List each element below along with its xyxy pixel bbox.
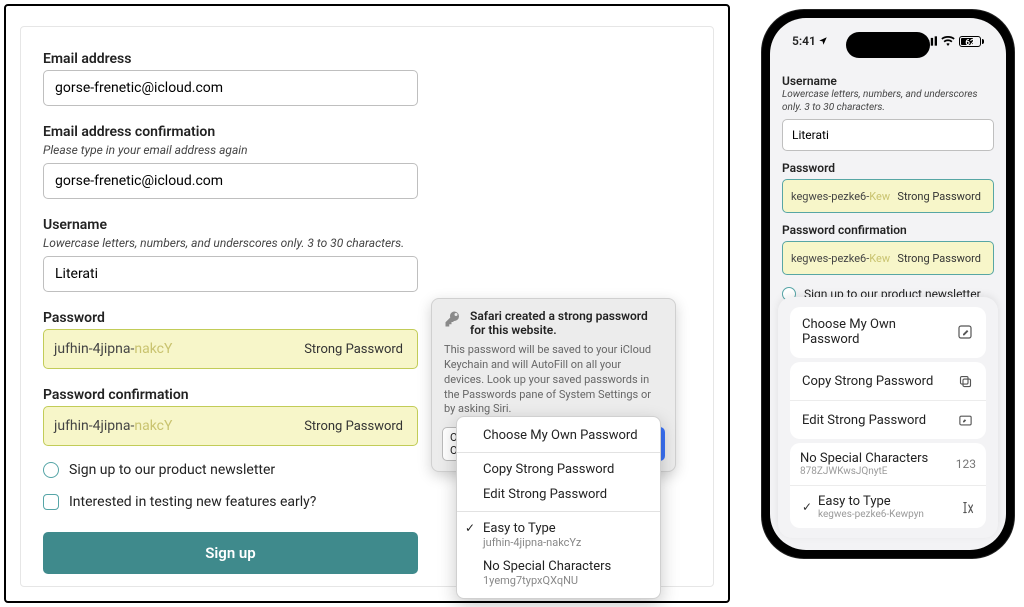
ios-menu-edit-label: Edit Strong Password xyxy=(802,413,926,428)
status-time: 5:41 xyxy=(792,34,816,48)
ios-menu-easy-label: Easy to Type xyxy=(818,494,924,509)
ios-menu-copy-label: Copy Strong Password xyxy=(802,374,933,389)
ios-password-confirm-text: kegwes-pezke6-Kew xyxy=(791,252,890,265)
numeric-icon: 123 xyxy=(956,457,976,471)
beta-label: Interested in testing new features early… xyxy=(69,494,316,510)
menu-easy-sub: jufhin-4jipna-nakcYz xyxy=(483,536,644,549)
checkbox-icon xyxy=(43,462,59,478)
other-options-menu: Choose My Own Password Copy Strong Passw… xyxy=(456,416,661,599)
iphone-mock: 5:41 62 Username Lowercase letters, numb… xyxy=(762,10,1014,558)
ios-username-label: Username xyxy=(782,74,994,88)
menu-nospec-label: No Special Characters xyxy=(483,559,644,574)
checkmark-icon: ✓ xyxy=(800,500,814,514)
key-icon xyxy=(444,310,462,328)
menu-copy-strong-password[interactable]: Copy Strong Password xyxy=(457,457,660,482)
checkbox-icon xyxy=(43,494,59,510)
strong-password-badge: Strong Password xyxy=(893,249,985,268)
battery-icon: 62 xyxy=(959,36,984,47)
ios-password-field[interactable]: kegwes-pezke6-Kew Strong Password xyxy=(782,179,994,213)
iphone-screen: 5:41 62 Username Lowercase letters, numb… xyxy=(770,18,1006,550)
menu-edit-strong-password[interactable]: Edit Strong Password xyxy=(457,482,660,507)
email-field[interactable] xyxy=(43,70,418,106)
password-field[interactable]: jufhin-4jipna-nakcY Strong Password xyxy=(43,329,418,369)
menu-choose-own-password[interactable]: Choose My Own Password xyxy=(457,423,660,448)
ios-password-text: kegwes-pezke6-Kew xyxy=(791,190,890,203)
ios-menu-edit-strong-password[interactable]: Edit Strong Password xyxy=(790,400,986,439)
password-confirm-field[interactable]: jufhin-4jipna-nakcY Strong Password xyxy=(43,406,418,446)
strong-password-badge: Strong Password xyxy=(300,339,407,360)
email-label: Email address xyxy=(43,51,691,67)
email-confirm-field[interactable] xyxy=(43,163,418,199)
edit-box-icon xyxy=(956,411,974,429)
username-label: Username xyxy=(43,217,691,233)
menu-nospec-sub: 1yemg7typxQXqNU xyxy=(483,574,644,587)
username-hint: Lowercase letters, numbers, and undersco… xyxy=(43,236,691,250)
email-confirm-hint: Please type in your email address again xyxy=(43,143,691,157)
dynamic-island xyxy=(846,32,930,58)
ios-password-confirm-field[interactable]: kegwes-pezke6-Kew Strong Password xyxy=(782,241,994,275)
ios-menu-easy-to-type[interactable]: ✓ Easy to Type kegwes-pezke6-Kewpyn xyxy=(790,485,986,528)
ios-menu-easy-sub: kegwes-pezke6-Kewpyn xyxy=(818,509,924,520)
menu-easy-label: Easy to Type xyxy=(483,521,644,536)
ios-password-label: Password xyxy=(782,161,994,175)
menu-no-special-characters[interactable]: No Special Characters 1yemg7typxQXqNU xyxy=(457,554,660,592)
ios-password-options-sheet: Choose My Own Password Copy Strong Passw… xyxy=(778,297,998,538)
password-visible-text: jufhin-4jipna-nakcY xyxy=(54,341,172,357)
pencil-box-icon xyxy=(956,323,974,341)
email-confirm-label: Email address confirmation xyxy=(43,124,691,140)
ios-password-confirm-label: Password confirmation xyxy=(782,223,994,237)
autofill-title: Safari created a strong password for thi… xyxy=(470,309,663,337)
ios-username-hint: Lowercase letters, numbers, and undersco… xyxy=(782,89,994,114)
strong-password-badge: Strong Password xyxy=(893,187,985,206)
autofill-subtext: This password will be saved to your iClo… xyxy=(432,343,675,427)
strong-password-badge: Strong Password xyxy=(300,416,407,437)
text-cursor-icon xyxy=(958,498,976,516)
location-icon xyxy=(818,36,828,46)
newsletter-label: Sign up to our product newsletter xyxy=(69,462,275,478)
password-confirm-visible-text: jufhin-4jipna-nakcY xyxy=(54,418,172,434)
username-field[interactable] xyxy=(43,256,418,292)
ios-menu-no-special-characters[interactable]: No Special Characters 878ZJWKwsJQnytE 12… xyxy=(790,443,986,485)
copy-icon xyxy=(956,372,974,390)
desktop-signup-window: Email address Email address confirmation… xyxy=(4,4,730,603)
ios-form: Username Lowercase letters, numbers, and… xyxy=(782,70,994,301)
ios-menu-nospec-label: No Special Characters xyxy=(800,451,928,466)
ios-menu-copy-strong-password[interactable]: Copy Strong Password xyxy=(790,362,986,400)
ios-menu-own-label: Choose My Own Password xyxy=(802,317,942,348)
ios-menu-nospec-sub: 878ZJWKwsJQnytE xyxy=(800,466,928,477)
ios-username-field[interactable] xyxy=(782,119,994,151)
wifi-icon xyxy=(941,36,955,46)
menu-easy-to-type[interactable]: Easy to Type jufhin-4jipna-nakcYz xyxy=(457,516,660,554)
ios-menu-choose-own-password[interactable]: Choose My Own Password xyxy=(790,307,986,358)
signup-button[interactable]: Sign up xyxy=(43,532,418,574)
